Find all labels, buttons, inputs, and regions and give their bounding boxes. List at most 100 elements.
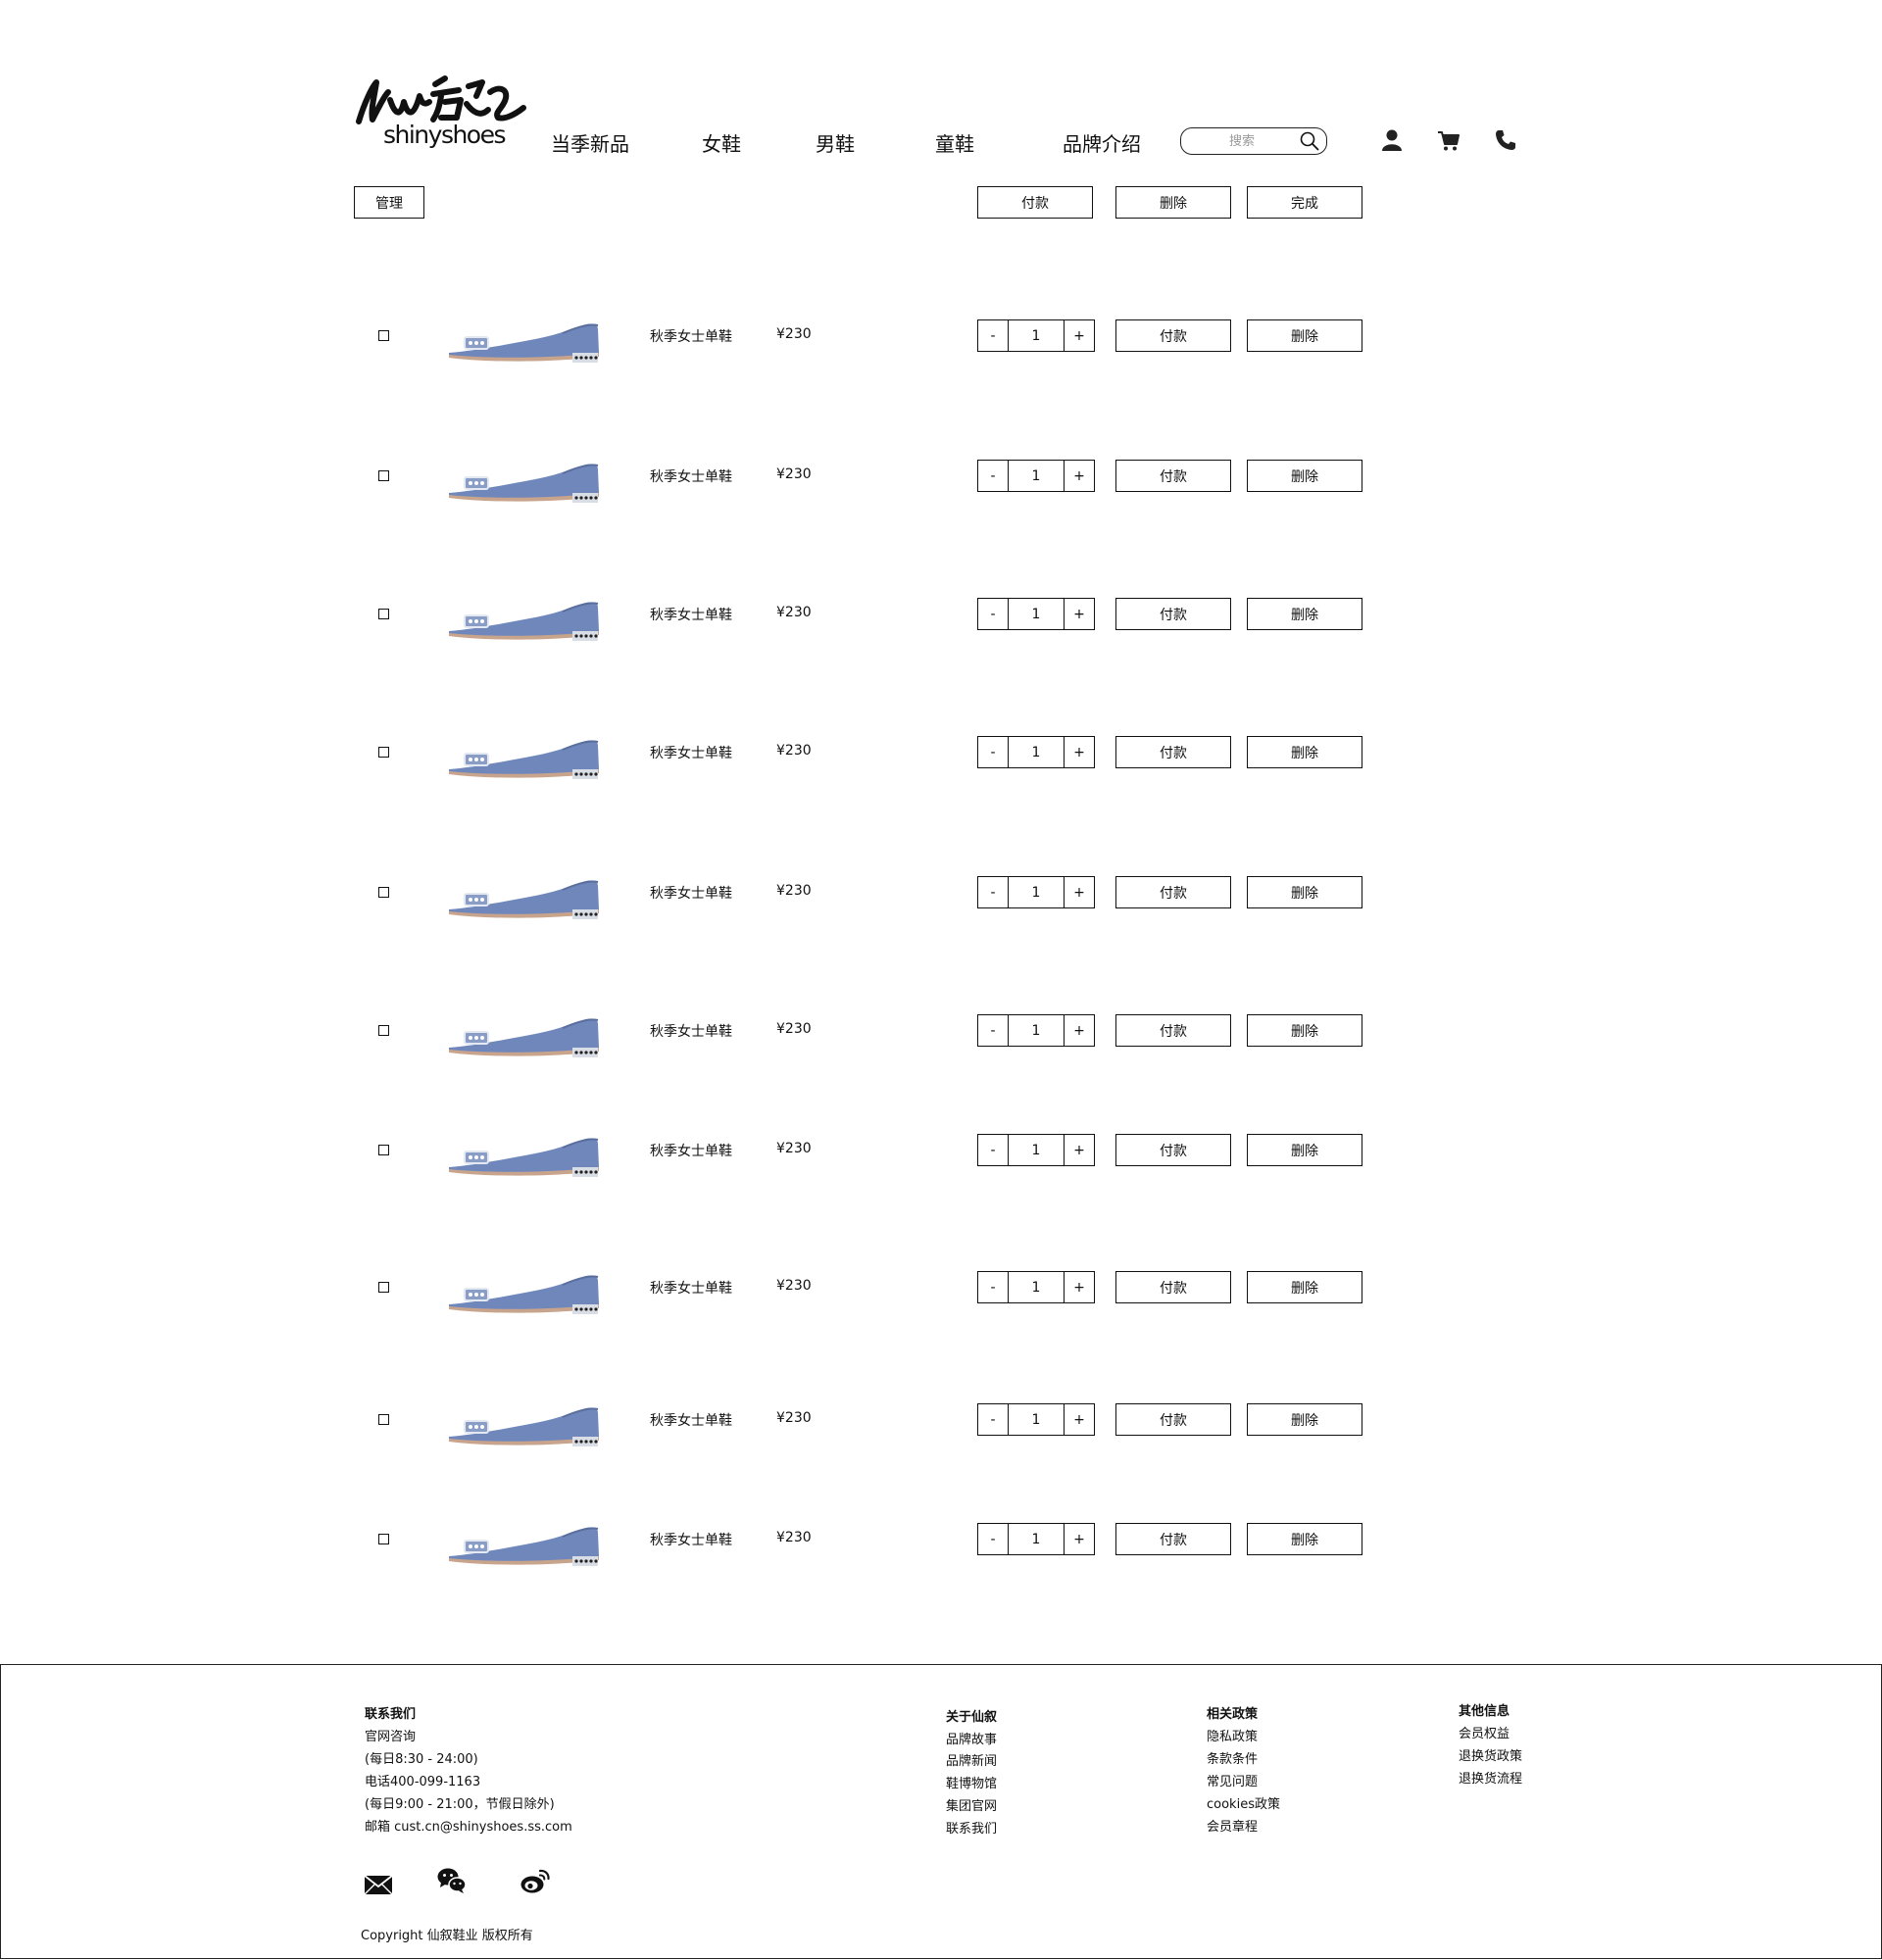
decrease-button[interactable]: - bbox=[978, 1135, 1009, 1165]
manage-button[interactable]: 管理 bbox=[354, 186, 424, 219]
pay-item-button[interactable]: 付款 bbox=[1115, 736, 1231, 768]
product-image[interactable] bbox=[445, 1124, 602, 1179]
quantity-value[interactable]: 1 bbox=[1009, 877, 1064, 907]
product-image[interactable] bbox=[445, 726, 602, 781]
quantity-value[interactable]: 1 bbox=[1009, 461, 1064, 491]
quantity-value[interactable]: 1 bbox=[1009, 1015, 1064, 1046]
delete-item-button[interactable]: 删除 bbox=[1247, 1403, 1362, 1436]
footer-link-shoe-museum[interactable]: 鞋博物馆 bbox=[946, 1773, 997, 1791]
product-image[interactable] bbox=[445, 1513, 602, 1568]
wechat-icon[interactable] bbox=[436, 1866, 468, 1895]
weibo-icon[interactable] bbox=[520, 1867, 551, 1896]
quantity-value[interactable]: 1 bbox=[1009, 1272, 1064, 1302]
delete-item-button[interactable]: 删除 bbox=[1247, 876, 1362, 908]
footer-link-group-site[interactable]: 集团官网 bbox=[946, 1795, 997, 1814]
item-checkbox[interactable] bbox=[378, 747, 389, 758]
delete-item-button[interactable]: 删除 bbox=[1247, 319, 1362, 352]
decrease-button[interactable]: - bbox=[978, 737, 1009, 767]
decrease-button[interactable]: - bbox=[978, 1404, 1009, 1435]
increase-button[interactable]: + bbox=[1064, 461, 1094, 491]
item-checkbox[interactable] bbox=[378, 470, 389, 481]
footer-link-faq[interactable]: 常见问题 bbox=[1207, 1771, 1258, 1789]
pay-item-button[interactable]: 付款 bbox=[1115, 460, 1231, 492]
phone-icon[interactable] bbox=[1493, 127, 1518, 153]
footer-link-return-process[interactable]: 退换货流程 bbox=[1459, 1768, 1522, 1787]
pay-item-button[interactable]: 付款 bbox=[1115, 876, 1231, 908]
nav-new-season[interactable]: 当季新品 bbox=[551, 128, 629, 157]
search-icon[interactable] bbox=[1299, 130, 1320, 152]
nav-kids-shoes[interactable]: 童鞋 bbox=[935, 128, 974, 157]
increase-button[interactable]: + bbox=[1064, 1272, 1094, 1302]
pay-item-button[interactable]: 付款 bbox=[1115, 1403, 1231, 1436]
nav-men-shoes[interactable]: 男鞋 bbox=[816, 128, 855, 157]
delete-item-button[interactable]: 删除 bbox=[1247, 598, 1362, 630]
search-input[interactable] bbox=[1193, 130, 1291, 152]
product-image[interactable] bbox=[445, 1004, 602, 1059]
cart-icon[interactable] bbox=[1436, 127, 1461, 153]
footer-link-membership[interactable]: 会员章程 bbox=[1207, 1816, 1258, 1835]
footer-link-return-policy[interactable]: 退换货政策 bbox=[1459, 1745, 1522, 1764]
footer-link-cookies[interactable]: cookies政策 bbox=[1207, 1793, 1280, 1812]
product-image[interactable] bbox=[445, 866, 602, 921]
product-image[interactable] bbox=[445, 588, 602, 643]
footer-link-member-benefits[interactable]: 会员权益 bbox=[1459, 1723, 1510, 1741]
increase-button[interactable]: + bbox=[1064, 1524, 1094, 1554]
decrease-button[interactable]: - bbox=[978, 1524, 1009, 1554]
delete-selected-button[interactable]: 删除 bbox=[1115, 186, 1231, 219]
footer-link-contact-us[interactable]: 联系我们 bbox=[946, 1818, 997, 1837]
nav-women-shoes[interactable]: 女鞋 bbox=[702, 128, 741, 157]
brand-logo[interactable]: shinyshoes bbox=[351, 73, 529, 157]
product-image[interactable] bbox=[445, 1394, 602, 1448]
pay-all-button[interactable]: 付款 bbox=[977, 186, 1093, 219]
pay-item-button[interactable]: 付款 bbox=[1115, 598, 1231, 630]
decrease-button[interactable]: - bbox=[978, 1015, 1009, 1046]
delete-item-button[interactable]: 删除 bbox=[1247, 1134, 1362, 1166]
increase-button[interactable]: + bbox=[1064, 1015, 1094, 1046]
pay-item-button[interactable]: 付款 bbox=[1115, 1014, 1231, 1047]
product-image[interactable] bbox=[445, 310, 602, 365]
increase-button[interactable]: + bbox=[1064, 599, 1094, 629]
item-checkbox[interactable] bbox=[378, 1534, 389, 1544]
nav-brand-intro[interactable]: 品牌介绍 bbox=[1063, 128, 1141, 157]
pay-item-button[interactable]: 付款 bbox=[1115, 319, 1231, 352]
product-image[interactable] bbox=[445, 450, 602, 505]
delete-item-button[interactable]: 删除 bbox=[1247, 1523, 1362, 1555]
decrease-button[interactable]: - bbox=[978, 320, 1009, 351]
delete-item-button[interactable]: 删除 bbox=[1247, 1271, 1362, 1303]
increase-button[interactable]: + bbox=[1064, 877, 1094, 907]
item-checkbox[interactable] bbox=[378, 887, 389, 898]
item-checkbox[interactable] bbox=[378, 1282, 389, 1293]
pay-item-button[interactable]: 付款 bbox=[1115, 1523, 1231, 1555]
decrease-button[interactable]: - bbox=[978, 1272, 1009, 1302]
quantity-value[interactable]: 1 bbox=[1009, 320, 1064, 351]
quantity-value[interactable]: 1 bbox=[1009, 1524, 1064, 1554]
quantity-value[interactable]: 1 bbox=[1009, 737, 1064, 767]
quantity-value[interactable]: 1 bbox=[1009, 1404, 1064, 1435]
delete-item-button[interactable]: 删除 bbox=[1247, 460, 1362, 492]
increase-button[interactable]: + bbox=[1064, 737, 1094, 767]
done-button[interactable]: 完成 bbox=[1247, 186, 1362, 219]
quantity-value[interactable]: 1 bbox=[1009, 599, 1064, 629]
footer-link-brand-news[interactable]: 品牌新闻 bbox=[946, 1750, 997, 1769]
increase-button[interactable]: + bbox=[1064, 320, 1094, 351]
footer-link-terms[interactable]: 条款条件 bbox=[1207, 1748, 1258, 1767]
footer-link-brand-story[interactable]: 品牌故事 bbox=[946, 1729, 997, 1747]
decrease-button[interactable]: - bbox=[978, 599, 1009, 629]
pay-item-button[interactable]: 付款 bbox=[1115, 1271, 1231, 1303]
pay-item-button[interactable]: 付款 bbox=[1115, 1134, 1231, 1166]
increase-button[interactable]: + bbox=[1064, 1135, 1094, 1165]
mail-icon[interactable] bbox=[363, 1870, 394, 1899]
item-checkbox[interactable] bbox=[378, 1414, 389, 1425]
increase-button[interactable]: + bbox=[1064, 1404, 1094, 1435]
delete-item-button[interactable]: 删除 bbox=[1247, 736, 1362, 768]
decrease-button[interactable]: - bbox=[978, 877, 1009, 907]
item-checkbox[interactable] bbox=[378, 1025, 389, 1036]
quantity-value[interactable]: 1 bbox=[1009, 1135, 1064, 1165]
user-icon[interactable] bbox=[1379, 127, 1405, 153]
delete-item-button[interactable]: 删除 bbox=[1247, 1014, 1362, 1047]
footer-link-privacy[interactable]: 隐私政策 bbox=[1207, 1726, 1258, 1744]
decrease-button[interactable]: - bbox=[978, 461, 1009, 491]
product-image[interactable] bbox=[445, 1261, 602, 1316]
item-checkbox[interactable] bbox=[378, 330, 389, 341]
item-checkbox[interactable] bbox=[378, 609, 389, 619]
